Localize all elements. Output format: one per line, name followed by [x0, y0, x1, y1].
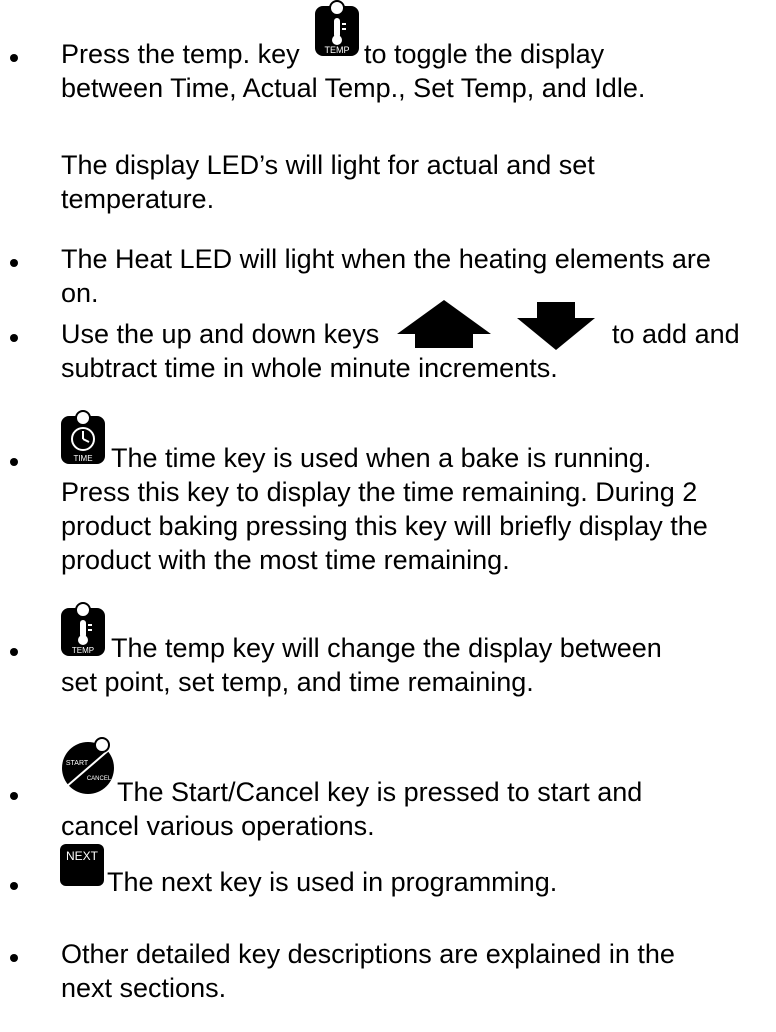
paragraph-text: The Heat LED will light when the heating… [61, 244, 711, 274]
bullet [10, 259, 18, 267]
temp-key-label: TEMP [72, 646, 94, 655]
bullet [10, 882, 18, 890]
bullet [10, 792, 18, 800]
temp-key-icon: TEMP [61, 602, 105, 656]
paragraph-text: between Time, Actual Temp., Set Temp, an… [61, 73, 646, 103]
paragraph-text: The Start/Cancel key is pressed to start… [117, 777, 643, 807]
bullet [10, 954, 18, 962]
paragraph-text: product baking pressing this key will br… [61, 511, 708, 541]
paragraph-text: The temp key will change the display bet… [111, 633, 662, 663]
paragraph-text: temperature. [61, 184, 215, 214]
paragraph-text: Press the temp. key [61, 39, 300, 69]
paragraph-text: product with the most time remaining. [61, 545, 510, 575]
start-cancel-key-icon: START CANCEL [62, 737, 114, 794]
paragraph-text: subtract time in whole minute increments… [61, 353, 558, 383]
paragraph-text: set point, set temp, and time remaining. [61, 667, 534, 697]
paragraph-text: The time key is used when a bake is runn… [111, 443, 652, 473]
paragraph-text: Press this key to display the time remai… [61, 477, 698, 507]
paragraph-text: The next key is used in programming. [107, 867, 558, 897]
document-page: { "lines": { "l1a": "Press the temp. key… [0, 0, 776, 1032]
paragraph-text: next sections. [61, 973, 227, 1003]
next-key-label: NEXT [66, 849, 99, 863]
time-key-label: TIME [73, 454, 92, 463]
next-key-icon: NEXT [60, 844, 104, 886]
paragraph-text: The display LED’s will light for actual … [61, 150, 595, 180]
down-arrow-key-icon [517, 302, 595, 350]
bullet [10, 648, 18, 656]
up-arrow-key-icon [397, 300, 491, 348]
time-key-icon: TIME [61, 410, 105, 464]
bullet [10, 334, 18, 342]
paragraph-text: to add and [612, 319, 740, 349]
paragraph-text: cancel various operations. [61, 811, 375, 841]
paragraph-text: Other detailed key descriptions are expl… [61, 939, 675, 969]
paragraph-text: on. [61, 278, 99, 308]
cancel-key-label: CANCEL [87, 776, 112, 782]
start-key-label: START [66, 760, 89, 767]
temp-key-icon: TEMP [315, 0, 359, 56]
paragraph-text: to toggle the display [364, 39, 605, 69]
temp-key-label: TEMP [324, 45, 349, 55]
bullet [10, 54, 18, 62]
bullet [10, 458, 18, 466]
paragraph-text: Use the up and down keys [61, 319, 380, 349]
